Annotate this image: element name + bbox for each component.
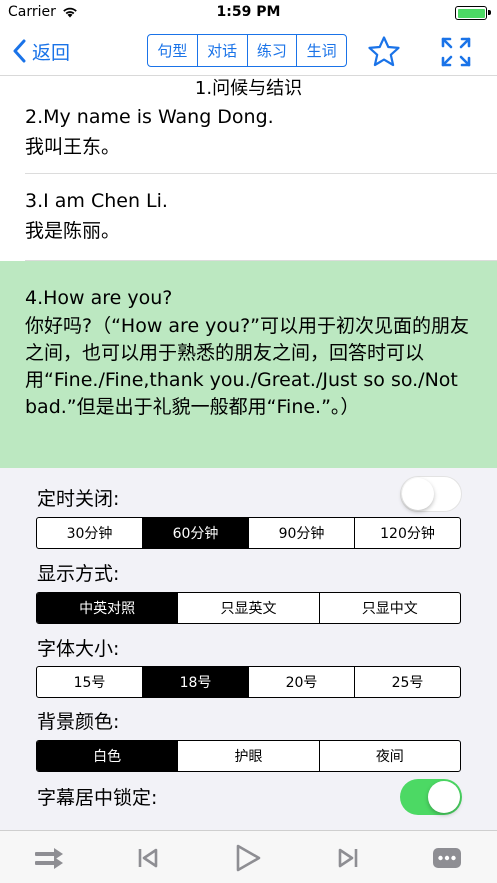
sentence-item[interactable]: 3.I am Chen Li. 我是陈丽。 xyxy=(0,174,497,261)
chevron-left-icon xyxy=(13,39,26,63)
font-size-option[interactable]: 15号 xyxy=(37,667,143,697)
status-bar: Carrier 1:59 PM xyxy=(0,0,497,26)
toggle-knob xyxy=(428,781,460,813)
display-mode-option[interactable]: 只显中文 xyxy=(320,593,460,623)
sentence-item[interactable]: 2.My name is Wang Dong. 我叫王东。 xyxy=(0,100,497,174)
sentence-chinese: 我是陈丽。 xyxy=(25,220,121,242)
next-icon xyxy=(338,848,358,868)
sentence-list: 2.My name is Wang Dong. 我叫王东。 3.I am Che… xyxy=(0,100,497,468)
play-button[interactable] xyxy=(231,841,265,875)
timer-option[interactable]: 90分钟 xyxy=(249,518,355,548)
background-color-option[interactable]: 白色 xyxy=(37,741,179,771)
background-color-options: 白色 护眼 夜间 xyxy=(36,740,461,772)
toggle-knob xyxy=(402,478,434,510)
timer-option[interactable]: 60分钟 xyxy=(143,518,249,548)
display-mode-option[interactable]: 只显英文 xyxy=(178,593,320,623)
content-type-tabs: 句型 对话 练习 生词 xyxy=(147,34,347,67)
tab-vocabulary[interactable]: 生词 xyxy=(297,35,346,66)
play-icon xyxy=(236,844,261,872)
previous-button[interactable] xyxy=(131,841,165,875)
display-mode-label: 显示方式: xyxy=(37,563,120,585)
lesson-title: 1.问候与结识 xyxy=(194,78,303,99)
back-label: 返回 xyxy=(32,41,71,64)
background-color-option[interactable]: 夜间 xyxy=(320,741,460,771)
timer-option[interactable]: 120分钟 xyxy=(355,518,460,548)
sentence-english: 4.How are you? xyxy=(25,287,173,309)
display-mode-option[interactable]: 中英对照 xyxy=(37,593,179,623)
font-size-options: 15号 18号 20号 25号 xyxy=(36,666,461,698)
sentence-item-highlighted[interactable]: 4.How are you? 你好吗?（“How are you?”可以用于初次… xyxy=(0,261,497,468)
font-size-option[interactable]: 18号 xyxy=(143,667,249,697)
star-icon[interactable] xyxy=(367,35,401,69)
sentence-english: 3.I am Chen Li. xyxy=(25,190,168,212)
display-mode-options: 中英对照 只显英文 只显中文 xyxy=(36,592,461,624)
sentence-chinese: 你好吗?（“How are you?”可以用于初次见面的朋友之间，也可以用于熟悉… xyxy=(25,315,470,418)
tab-dialogue[interactable]: 对话 xyxy=(198,35,248,66)
navigation-bar: 返回 句型 对话 练习 生词 xyxy=(0,26,497,76)
timer-option[interactable]: 30分钟 xyxy=(37,518,143,548)
battery-icon xyxy=(455,6,491,20)
settings-panel: 定时关闭: 30分钟 60分钟 90分钟 120分钟 显示方式: 中英对照 只显… xyxy=(0,468,497,830)
tab-exercise[interactable]: 练习 xyxy=(248,35,298,66)
shuffle-button[interactable] xyxy=(32,841,66,875)
font-size-label: 字体大小: xyxy=(37,638,120,660)
playback-toolbar xyxy=(0,830,497,883)
timer-options: 30分钟 60分钟 90分钟 120分钟 xyxy=(36,517,461,549)
clock: 1:59 PM xyxy=(216,4,281,20)
font-size-option[interactable]: 25号 xyxy=(355,667,460,697)
background-color-label: 背景颜色: xyxy=(37,711,120,733)
more-button[interactable] xyxy=(430,841,464,875)
previous-icon xyxy=(138,848,158,868)
timer-toggle[interactable] xyxy=(400,476,462,512)
next-button[interactable] xyxy=(331,841,365,875)
timer-label: 定时关闭: xyxy=(37,488,120,510)
tab-sentence-patterns[interactable]: 句型 xyxy=(148,35,198,66)
sentence-english: 2.My name is Wang Dong. xyxy=(25,106,274,128)
more-icon xyxy=(433,848,461,868)
sentence-chinese: 我叫王东。 xyxy=(25,136,121,158)
subtitle-lock-label: 字幕居中锁定: xyxy=(37,787,158,809)
back-button[interactable]: 返回 xyxy=(12,36,70,66)
shuffle-icon xyxy=(35,848,63,869)
subtitle-lock-toggle[interactable] xyxy=(400,779,462,815)
expand-icon[interactable] xyxy=(440,36,472,68)
background-color-option[interactable]: 护眼 xyxy=(178,741,320,771)
font-size-option[interactable]: 20号 xyxy=(249,667,355,697)
